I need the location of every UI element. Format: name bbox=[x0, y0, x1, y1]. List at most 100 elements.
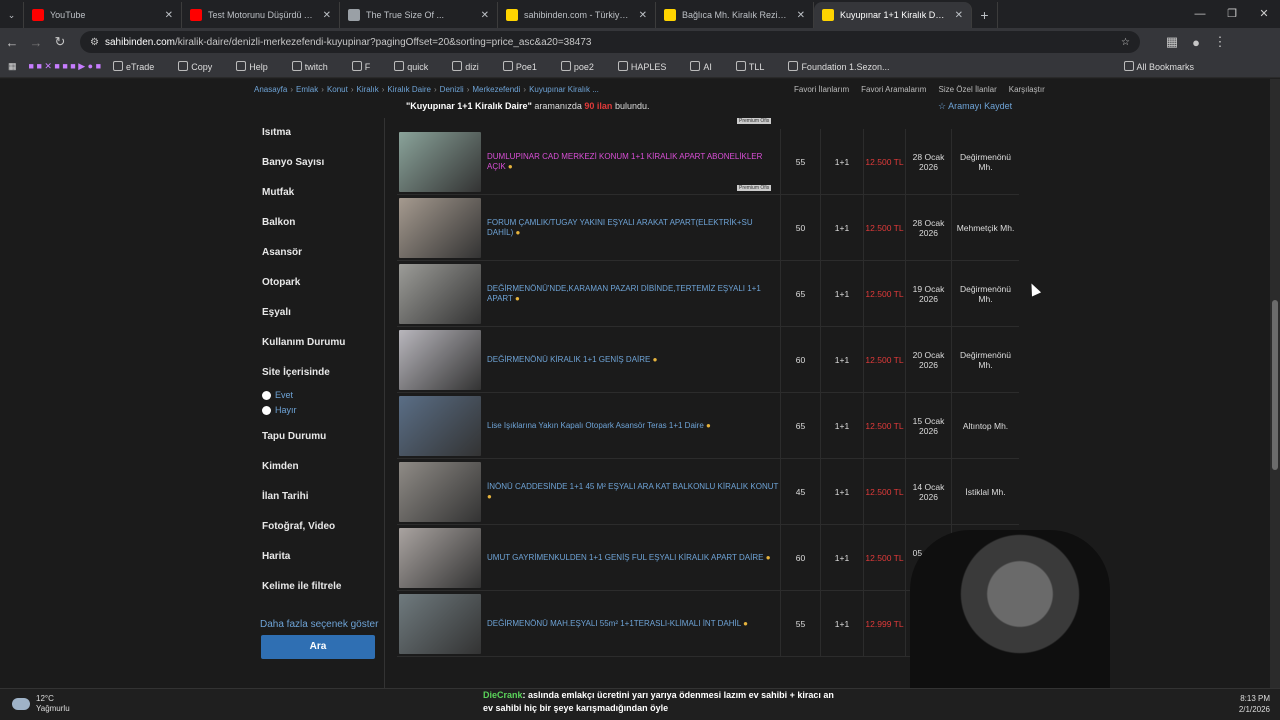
tab-close-icon[interactable]: ✕ bbox=[323, 10, 331, 21]
listing-row[interactable]: İNÖNÜ CADDESİNDE 1+1 45 M² EŞYALI ARA KA… bbox=[397, 459, 1019, 525]
weather-widget[interactable]: 12°C Yağmurlu bbox=[12, 694, 70, 714]
listing-photo[interactable] bbox=[399, 264, 481, 324]
listing-title-cell[interactable]: UMUT GAYRİMENKULDEN 1+1 GENİŞ FUL EŞYALI… bbox=[487, 525, 779, 591]
listing-title[interactable]: UMUT GAYRİMENKULDEN 1+1 GENİŞ FUL EŞYALI… bbox=[487, 553, 763, 562]
tab-close-icon[interactable]: ✕ bbox=[165, 10, 173, 21]
save-search-link[interactable]: ☆ Aramayı Kaydet bbox=[938, 101, 1012, 112]
listing-title[interactable]: Lise Işıklarına Yakın Kapalı Otopark Asa… bbox=[487, 421, 704, 430]
system-clock[interactable]: 8:13 PM 2/1/2026 bbox=[1239, 693, 1270, 715]
filter-item[interactable]: Mutfak bbox=[252, 178, 384, 208]
minimize-icon[interactable]: — bbox=[1184, 0, 1216, 28]
bookmark-item[interactable]: All Bookmarks bbox=[1123, 61, 1207, 72]
breadcrumb-item[interactable]: Denizli bbox=[440, 85, 464, 94]
filter-item[interactable]: Isıtma bbox=[252, 118, 384, 148]
browser-tab[interactable]: The True Size Of ... ✕ bbox=[340, 2, 498, 28]
apps-icon[interactable]: ▦ bbox=[8, 61, 17, 72]
reload-icon[interactable]: ↻ bbox=[48, 34, 72, 50]
listing-title-cell[interactable]: Lise Işıklarına Yakın Kapalı Otopark Asa… bbox=[487, 393, 779, 459]
tab-list-menu[interactable]: ⌄ bbox=[0, 2, 24, 28]
radio-button[interactable] bbox=[262, 406, 271, 415]
listing-photo[interactable] bbox=[399, 528, 481, 588]
listing-title-cell[interactable]: DUMLUPINAR CAD MERKEZİ KONUM 1+1 KİRALIK… bbox=[487, 129, 779, 195]
listing-photo[interactable] bbox=[399, 462, 481, 522]
filter-item[interactable]: Fotoğraf, Video bbox=[252, 512, 384, 542]
listing-title-cell[interactable]: DEĞİRMENÖNÜ MAH.EŞYALI 55m² 1+1TERASLI-K… bbox=[487, 591, 779, 657]
filter-item[interactable]: Kullanım Durumu bbox=[252, 328, 384, 358]
bookmark-item[interactable]: poe2 bbox=[560, 61, 606, 72]
breadcrumb-item[interactable]: Kiralık Daire bbox=[387, 85, 431, 94]
listing-title[interactable]: FORUM ÇAMLIK/TUGAY YAKINI EŞYALI ARAKAT … bbox=[487, 218, 753, 237]
scrollbar-thumb[interactable] bbox=[1272, 300, 1278, 470]
top-link[interactable]: Favori İlanlarım bbox=[794, 85, 849, 94]
filter-item[interactable]: Balkon bbox=[252, 208, 384, 238]
filter-item[interactable]: Tapu Durumu bbox=[252, 422, 384, 452]
breadcrumb-item[interactable]: Merkezefendi bbox=[472, 85, 520, 94]
listing-row[interactable]: FORUM ÇAMLIK/TUGAY YAKINI EŞYALI ARAKAT … bbox=[397, 195, 1019, 261]
listing-title-cell[interactable]: DEĞİRMENÖNÜ KİRALIK 1+1 GENİŞ DAİRE ● bbox=[487, 327, 779, 393]
top-link[interactable]: Favori Aramalarım bbox=[861, 85, 926, 94]
browser-tab[interactable]: YouTube ✕ bbox=[24, 2, 182, 28]
tab-close-icon[interactable]: ✕ bbox=[481, 10, 489, 21]
filter-item[interactable]: İlan Tarihi bbox=[252, 482, 384, 512]
breadcrumb-item[interactable]: Konut bbox=[327, 85, 348, 94]
new-tab-button[interactable]: + bbox=[972, 2, 998, 28]
listing-row[interactable]: DEĞİRMENÖNÜ'NDE,KARAMAN PAZARI DİBİNDE,T… bbox=[397, 261, 1019, 327]
filter-item[interactable]: Asansör bbox=[252, 238, 384, 268]
listing-title-cell[interactable]: FORUM ÇAMLIK/TUGAY YAKINI EŞYALI ARAKAT … bbox=[487, 195, 779, 261]
listing-title-cell[interactable]: DEĞİRMENÖNÜ'NDE,KARAMAN PAZARI DİBİNDE,T… bbox=[487, 261, 779, 327]
filter-item[interactable]: Banyo Sayısı bbox=[252, 148, 384, 178]
bookmark-item[interactable]: quick bbox=[394, 61, 440, 72]
bookmark-item[interactable]: eTrade bbox=[113, 61, 166, 72]
filter-item[interactable]: Harita bbox=[252, 542, 384, 572]
back-icon[interactable]: ← bbox=[0, 35, 24, 50]
breadcrumb-item[interactable]: Kiralık bbox=[357, 85, 379, 94]
top-link[interactable]: Karşılaştır bbox=[1009, 85, 1045, 94]
bookmark-star-icon[interactable]: ☆ bbox=[1121, 37, 1130, 48]
breadcrumb-item[interactable]: Anasayfa bbox=[254, 85, 287, 94]
extensions-icon[interactable]: ▦ bbox=[1160, 34, 1184, 50]
forward-icon[interactable]: → bbox=[24, 35, 48, 50]
menu-icon[interactable]: ⋮ bbox=[1208, 34, 1232, 50]
bookmark-item[interactable]: Poe1 bbox=[502, 61, 549, 72]
browser-tab[interactable]: Test Motorunu Düşürdü Ama... ✕ bbox=[182, 2, 340, 28]
bookmark-item[interactable]: Help bbox=[236, 61, 280, 72]
radio-option[interactable]: Hayır bbox=[252, 403, 384, 418]
browser-tab[interactable]: Kuyupınar 1+1 Kiralık Daire Fiy... ✕ bbox=[814, 2, 972, 28]
radio-option[interactable]: Evet bbox=[252, 388, 384, 403]
more-options-link[interactable]: Daha fazla seçenek göster bbox=[260, 619, 378, 630]
browser-tab[interactable]: sahibinden.com - Türkiye'nin O... ✕ bbox=[498, 2, 656, 28]
bookmark-item[interactable]: dizi bbox=[452, 61, 491, 72]
tab-close-icon[interactable]: ✕ bbox=[797, 10, 805, 21]
bookmark-item[interactable]: Foundation 1.Sezon... bbox=[788, 61, 901, 72]
filter-item[interactable]: Eşyalı bbox=[252, 298, 384, 328]
listing-row[interactable]: Lise Işıklarına Yakın Kapalı Otopark Asa… bbox=[397, 393, 1019, 459]
bookmark-item[interactable]: twitch bbox=[291, 61, 340, 72]
filter-item[interactable]: Kimden bbox=[252, 452, 384, 482]
bookmark-item[interactable]: TLL bbox=[735, 61, 777, 72]
listing-photo[interactable] bbox=[399, 132, 481, 192]
profile-icon[interactable]: ● bbox=[1184, 35, 1208, 50]
listing-title[interactable]: DEĞİRMENÖNÜ'NDE,KARAMAN PAZARI DİBİNDE,T… bbox=[487, 284, 761, 303]
listing-title[interactable]: İNÖNÜ CADDESİNDE 1+1 45 M² EŞYALI ARA KA… bbox=[487, 482, 778, 491]
filter-item[interactable]: Otopark bbox=[252, 268, 384, 298]
bookmark-icons[interactable]: ■ ■ ✕ ■ ■ ■ ▶ ● ■ bbox=[29, 61, 102, 72]
breadcrumb-item[interactable]: Kuyupınar Kiralık ... bbox=[529, 85, 599, 94]
listing-title[interactable]: DEĞİRMENÖNÜ MAH.EŞYALI 55m² 1+1TERASLI-K… bbox=[487, 619, 741, 628]
radio-button[interactable] bbox=[262, 391, 271, 400]
listing-photo[interactable] bbox=[399, 330, 481, 390]
url-input[interactable]: ⚙ sahibinden.com /kiralik-daire/denizli-… bbox=[80, 31, 1140, 53]
browser-tab[interactable]: Bağlıca Mh. Kiralık Rezidans, V... ✕ bbox=[656, 2, 814, 28]
listing-row[interactable]: DEĞİRMENÖNÜ KİRALIK 1+1 GENİŞ DAİRE ● 60 1… bbox=[397, 327, 1019, 393]
site-info-icon[interactable]: ⚙ bbox=[90, 37, 99, 48]
scrollbar[interactable] bbox=[1270, 79, 1280, 688]
bookmark-item[interactable]: Copy bbox=[178, 61, 224, 72]
listing-title-cell[interactable]: İNÖNÜ CADDESİNDE 1+1 45 M² EŞYALI ARA KA… bbox=[487, 459, 779, 525]
restore-icon[interactable]: ❐ bbox=[1216, 0, 1248, 28]
bookmark-item[interactable]: AI bbox=[690, 61, 724, 72]
listing-photo[interactable] bbox=[399, 198, 481, 258]
search-button[interactable]: Ara bbox=[261, 635, 375, 659]
tab-close-icon[interactable]: ✕ bbox=[955, 10, 963, 21]
listing-photo[interactable] bbox=[399, 396, 481, 456]
listing-row[interactable]: DUMLUPINAR CAD MERKEZİ KONUM 1+1 KİRALIK… bbox=[397, 129, 1019, 195]
top-link[interactable]: Size Özel İlanlar bbox=[938, 85, 996, 94]
